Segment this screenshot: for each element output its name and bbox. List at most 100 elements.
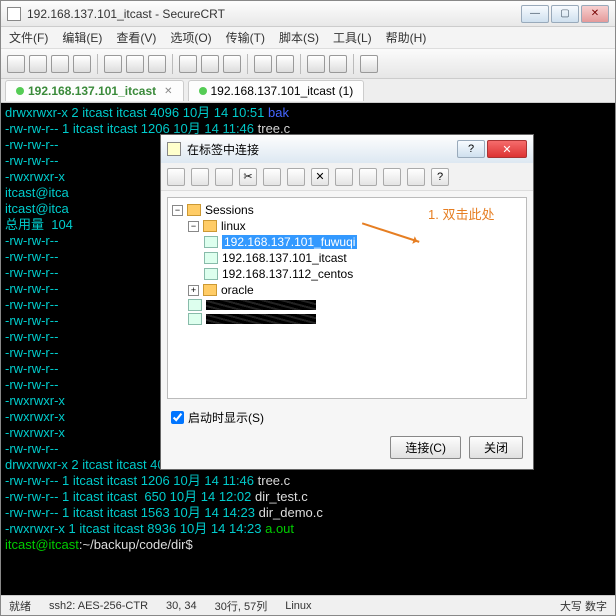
menu-options[interactable]: 选项(O) xyxy=(170,29,211,46)
menu-script[interactable]: 脚本(S) xyxy=(279,29,319,46)
tab-title: 192.168.137.101_itcast xyxy=(28,84,156,98)
toolbar-icon[interactable] xyxy=(104,55,122,73)
collapse-icon[interactable]: − xyxy=(172,205,183,216)
toolbar-icon[interactable] xyxy=(29,55,47,73)
connect-dialog: 在标签中连接 ? ✕ ✂ ✕ ? 1. 双击此处 −Sessions −linu… xyxy=(160,134,534,470)
status-dot-icon xyxy=(199,87,207,95)
tab-title: 192.168.137.101_itcast (1) xyxy=(211,84,354,98)
show-on-startup-checkbox[interactable] xyxy=(171,411,184,424)
toolbar-separator xyxy=(353,54,354,74)
find-icon[interactable] xyxy=(359,168,377,186)
session-icon xyxy=(204,252,218,264)
tab-close-icon[interactable]: ✕ xyxy=(164,86,172,97)
expand-icon[interactable]: + xyxy=(188,285,199,296)
toolbar-icon[interactable] xyxy=(329,55,347,73)
toolbar-icon[interactable] xyxy=(7,55,25,73)
session-tree[interactable]: 1. 双击此处 −Sessions −linux 192.168.137.101… xyxy=(167,197,527,399)
redacted-text xyxy=(206,300,316,310)
toolbar-icon[interactable] xyxy=(201,55,219,73)
menu-help[interactable]: 帮助(H) xyxy=(386,29,427,46)
window-controls: — ▢ ✕ xyxy=(521,5,609,23)
properties-icon[interactable] xyxy=(215,168,233,186)
maximize-button[interactable]: ▢ xyxy=(551,5,579,23)
status-term: Linux xyxy=(285,600,311,612)
dialog-title-bar: 在标签中连接 ? ✕ xyxy=(161,135,533,163)
session-icon xyxy=(188,313,202,325)
options-icon[interactable] xyxy=(383,168,401,186)
tree-label: oracle xyxy=(221,283,254,297)
toolbar-icon[interactable] xyxy=(254,55,272,73)
status-ready: 就绪 xyxy=(9,598,31,614)
folder-icon xyxy=(203,284,217,296)
menu-file[interactable]: 文件(F) xyxy=(9,29,48,46)
menu-tools[interactable]: 工具(L) xyxy=(333,29,372,46)
view-icon[interactable] xyxy=(407,168,425,186)
toolbar-icon[interactable] xyxy=(276,55,294,73)
dialog-toolbar: ✂ ✕ ? xyxy=(161,163,533,191)
connect-button[interactable]: 连接(C) xyxy=(390,436,461,459)
minimize-button[interactable]: — xyxy=(521,5,549,23)
toolbar-icon[interactable] xyxy=(179,55,197,73)
settings-icon[interactable] xyxy=(335,168,353,186)
menu-view[interactable]: 查看(V) xyxy=(116,29,156,46)
tree-session-redacted[interactable] xyxy=(172,298,522,312)
toolbar-separator xyxy=(172,54,173,74)
tree-label: Sessions xyxy=(205,203,254,217)
toolbar-icon[interactable] xyxy=(73,55,91,73)
close-button[interactable]: ✕ xyxy=(581,5,609,23)
paste-icon[interactable] xyxy=(287,168,305,186)
tree-label: 192.168.137.101_fuwuqi xyxy=(222,235,357,249)
folder-icon xyxy=(203,220,217,232)
collapse-icon[interactable]: − xyxy=(188,221,199,232)
cut-icon[interactable]: ✂ xyxy=(239,168,257,186)
show-on-startup-row: 启动时显示(S) xyxy=(161,405,533,430)
toolbar xyxy=(1,49,615,79)
status-pos: 30, 34 xyxy=(166,600,197,612)
tree-folder-oracle[interactable]: + oracle xyxy=(172,282,522,298)
session-icon xyxy=(204,236,218,248)
toolbar-icon[interactable] xyxy=(126,55,144,73)
toolbar-icon[interactable] xyxy=(360,55,378,73)
menu-transfer[interactable]: 传输(T) xyxy=(226,29,265,46)
redacted-text xyxy=(206,314,316,324)
window-title: 192.168.137.101_itcast - SecureCRT xyxy=(27,7,521,21)
tree-session-redacted[interactable] xyxy=(172,312,522,326)
delete-icon[interactable]: ✕ xyxy=(311,168,329,186)
tree-session[interactable]: 192.168.137.112_centos xyxy=(172,266,522,282)
dialog-button-row: 连接(C) 关闭 xyxy=(161,430,533,469)
app-icon xyxy=(7,7,21,21)
help-icon[interactable]: ? xyxy=(431,168,449,186)
tab-bar: 192.168.137.101_itcast ✕ 192.168.137.101… xyxy=(1,79,615,103)
session-icon xyxy=(188,299,202,311)
copy-icon[interactable] xyxy=(263,168,281,186)
folder-icon xyxy=(187,204,201,216)
status-caps: 大写 数字 xyxy=(560,598,607,614)
status-bar: 就绪 ssh2: AES-256-CTR 30, 34 30行, 57列 Lin… xyxy=(1,595,615,615)
tree-label: 192.168.137.101_itcast xyxy=(222,251,347,265)
toolbar-icon[interactable] xyxy=(307,55,325,73)
dialog-title: 在标签中连接 xyxy=(187,141,455,158)
cancel-button[interactable]: 关闭 xyxy=(469,436,523,459)
session-tab-active[interactable]: 192.168.137.101_itcast ✕ xyxy=(5,80,184,101)
toolbar-separator xyxy=(247,54,248,74)
menu-bar: 文件(F) 编辑(E) 查看(V) 选项(O) 传输(T) 脚本(S) 工具(L… xyxy=(1,27,615,49)
toolbar-separator xyxy=(300,54,301,74)
menu-edit[interactable]: 编辑(E) xyxy=(62,29,102,46)
toolbar-icon[interactable] xyxy=(148,55,166,73)
dialog-help-button[interactable]: ? xyxy=(457,140,485,158)
tree-label: linux xyxy=(221,219,246,233)
dialog-icon xyxy=(167,142,181,156)
status-size: 30行, 57列 xyxy=(215,598,268,614)
checkbox-label: 启动时显示(S) xyxy=(188,409,264,426)
title-bar: 192.168.137.101_itcast - SecureCRT — ▢ ✕ xyxy=(1,1,615,27)
session-tab[interactable]: 192.168.137.101_itcast (1) xyxy=(188,80,365,101)
toolbar-icon[interactable] xyxy=(51,55,69,73)
new-folder-icon[interactable] xyxy=(191,168,209,186)
session-icon xyxy=(204,268,218,280)
new-session-icon[interactable] xyxy=(167,168,185,186)
dialog-close-button[interactable]: ✕ xyxy=(487,140,527,158)
toolbar-icon[interactable] xyxy=(223,55,241,73)
tree-session-selected[interactable]: 192.168.137.101_fuwuqi xyxy=(172,234,522,250)
tree-session[interactable]: 192.168.137.101_itcast xyxy=(172,250,522,266)
status-ssh: ssh2: AES-256-CTR xyxy=(49,600,148,612)
